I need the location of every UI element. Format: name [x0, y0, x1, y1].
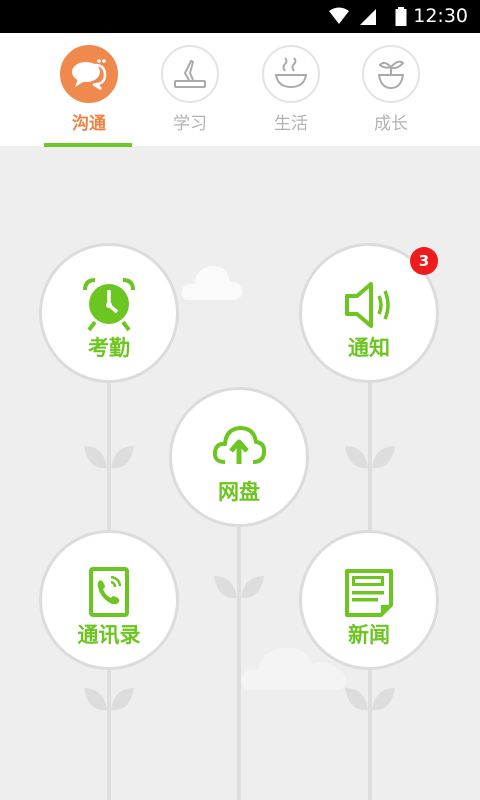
status-bar: 12:30: [0, 0, 480, 33]
notice-unread-badge: 3: [410, 247, 438, 275]
news-button[interactable]: 新闻: [299, 530, 439, 670]
tab-label: 生活: [274, 114, 308, 134]
leaf-decoration: [345, 688, 395, 711]
active-tab-underline: [44, 143, 132, 147]
cloud-decoration: [181, 266, 242, 300]
signal-icon: [360, 9, 376, 25]
notice-label: 通知: [348, 336, 390, 360]
tab-life[interactable]: 生活: [246, 45, 336, 146]
chat-bubbles-icon: [60, 45, 118, 103]
netdisk-label: 网盘: [218, 480, 260, 504]
tab-label: 沟通: [72, 114, 106, 134]
contacts-label: 通讯录: [77, 623, 141, 647]
newspaper-icon: [345, 569, 393, 617]
stem-line: [237, 524, 241, 800]
alarm-clock-icon: [83, 278, 135, 332]
battery-icon: [395, 7, 407, 26]
pen-book-icon: [161, 45, 219, 103]
attendance-label: 考勤: [88, 336, 130, 360]
attendance-button[interactable]: 考勤: [39, 243, 179, 383]
contacts-button[interactable]: 通讯录: [39, 530, 179, 670]
leaf-decoration: [84, 688, 134, 711]
tab-communication[interactable]: 沟通: [44, 45, 134, 147]
speaker-icon: [345, 282, 390, 328]
sprout-pot-icon: [362, 45, 420, 103]
leaf-decoration: [345, 446, 395, 469]
wifi-icon: [329, 7, 349, 24]
tab-study[interactable]: 学习: [145, 45, 235, 146]
leaf-decoration: [84, 446, 134, 469]
tab-growth[interactable]: 成长: [346, 45, 436, 146]
tab-label: 学习: [173, 114, 207, 134]
phone-book-icon: [89, 567, 129, 617]
steaming-bowl-icon: [262, 45, 320, 103]
news-label: 新闻: [348, 623, 390, 647]
cloud-upload-icon: [212, 426, 267, 464]
tab-label: 成长: [374, 114, 408, 134]
netdisk-button[interactable]: 网盘: [169, 387, 309, 527]
category-tab-bar: 沟通 学习 生活 成长: [0, 33, 480, 147]
status-time: 12:30: [413, 5, 468, 27]
leaf-decoration: [214, 576, 264, 599]
